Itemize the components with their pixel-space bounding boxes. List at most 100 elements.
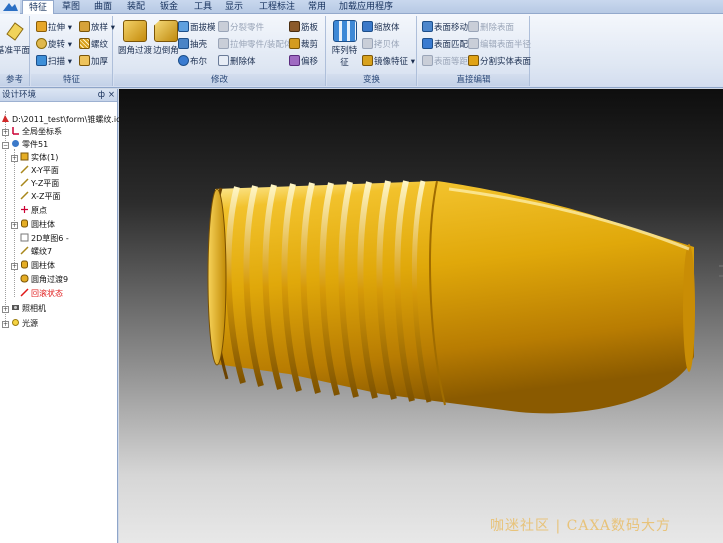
tab-assembly[interactable]: 装配 [123,0,149,14]
revolve-icon [36,38,47,49]
copy-body-icon [362,38,373,49]
viewport-edge-tick [719,265,723,267]
face-offset-button[interactable]: 表面等距 [422,54,468,70]
cylinder-icon [21,219,28,228]
shell-button[interactable]: 抽壳 [178,37,207,53]
split-solid-face-button[interactable]: 分割实体表面 [468,54,531,70]
reference-group: 基准平面 参考 [0,16,30,86]
revolve-button[interactable]: 旋转 ▾ [36,37,72,53]
pattern-feature-button[interactable]: 阵列特征 [328,20,361,68]
tab-display[interactable]: 显示 [222,0,246,14]
split-part-icon [218,21,229,32]
direct-edit-group-label: 直接编辑 [418,74,529,86]
origin-icon [21,206,28,213]
edit-face-radius-icon [468,38,479,49]
design-environment-panel: 设计环境 ф × D:\2011_test\form\锥螺纹.ics + 全局坐标… [0,89,125,543]
sketch-icon [20,233,29,242]
tree-item-2d-sketch[interactable]: 2D草图6 - [20,233,69,244]
offset-button[interactable]: 偏移 [289,54,318,70]
face-draft-button[interactable]: 面拔模 [178,20,216,36]
shell-icon [178,38,189,49]
chamfer-icon [154,20,178,42]
extrude-part-assembly-button[interactable]: 拉伸零件/装配体 [218,37,292,53]
tab-tools[interactable]: 工具 [191,0,215,14]
direct-edit-group: 表面移动 表面匹配 表面等距 删除表面 编辑表面半径 分割实体表面 直接编辑 [418,16,531,86]
tree-item-xz-plane[interactable]: X-Z平面 [20,191,60,202]
extrude-button[interactable]: 拉伸 ▾ [36,20,72,36]
tab-feature[interactable]: 特征 [22,0,54,15]
thread-icon [20,246,29,255]
sweep-icon [36,55,47,66]
fillet-icon [20,274,29,283]
coordinate-system-icon [12,127,19,135]
face-draft-icon [178,21,189,32]
face-match-icon [422,38,433,49]
app-logo-icon [0,0,20,14]
tree-item-yz-plane[interactable]: Y-Z平面 [20,178,59,189]
tree-item-global-coords[interactable]: + 全局坐标系 [2,126,62,137]
scale-body-button[interactable]: 缩放体 [362,20,400,36]
tree-item-rollback-state[interactable]: 回滚状态 [20,288,63,299]
plane-icon [20,191,29,200]
base-plane-button[interactable]: 基准平面 [0,20,30,56]
document-icon [2,115,9,122]
tab-common[interactable]: 常用 [305,0,329,14]
tab-sheetmetal[interactable]: 钣金 [156,0,182,14]
tree-item-solid[interactable]: + 实体(1) [11,152,58,163]
tree-item-part[interactable]: − 零件51 [2,139,48,150]
chamfer-button[interactable]: 边倒角 [152,20,180,56]
copy-body-button[interactable]: 拷贝体 [362,37,400,53]
tab-load-applications[interactable]: 加载应用程序 [338,0,394,14]
trim-button[interactable]: 裁剪 [289,37,318,53]
loft-button[interactable]: 放样 ▾ [79,20,115,36]
tree-item-thread[interactable]: 螺纹7 [20,246,52,257]
app-menu-button[interactable] [0,0,20,14]
split-part-button[interactable]: 分裂零件 [218,20,264,36]
pipe-end-face [683,244,695,372]
thicken-button[interactable]: 加厚 [79,54,108,70]
mirror-feature-button[interactable]: 镜像特征 ▾ [362,54,415,70]
tree-item-cylinder-2[interactable]: + 圆柱体 [11,260,55,271]
loft-icon [79,21,90,32]
plane-icon [6,22,24,41]
face-move-icon [422,21,433,32]
thread-icon [79,38,90,49]
face-match-button[interactable]: 表面匹配 [422,37,468,53]
tree-item-camera[interactable]: + 照相机 [2,303,46,314]
fillet-button[interactable]: 圆角过渡 [117,20,153,56]
delete-body-button[interactable]: 删除体 [218,54,256,70]
ribbon-tab-bar: 特征 草图 曲面 装配 钣金 工具 显示 工程标注 常用 加载应用程序 [0,0,723,15]
3d-viewport[interactable]: 咖迷社区 | CAXA数码大方 [119,89,723,543]
delete-face-button[interactable]: 删除表面 [468,20,514,36]
mirror-icon [362,55,373,66]
delete-face-icon [468,21,479,32]
tree-item-cylinder[interactable]: + 圆柱体 [11,219,55,230]
transform-group: 阵列特征 缩放体 拷贝体 镜像特征 ▾ 变换 [327,16,417,86]
plane-icon [20,178,29,187]
threaded-pipe-model[interactable] [119,89,723,543]
tab-surface[interactable]: 曲面 [90,0,116,14]
sweep-button[interactable]: 扫描 ▾ [36,54,72,70]
pin-icon[interactable]: ф [98,89,105,102]
edit-face-radius-button[interactable]: 编辑表面半径 [468,37,531,53]
thread-button[interactable]: 螺纹 [79,37,108,53]
face-offset-icon [422,55,433,66]
tree-item-document[interactable]: D:\2011_test\form\锥螺纹.ics [1,114,125,125]
watermark-text: 咖迷社区 | CAXA数码大方 [490,518,672,534]
feature-group-label: 特征 [31,74,112,86]
boolean-button[interactable]: 布尔 [178,54,207,70]
tree-item-xy-plane[interactable]: X-Y平面 [20,165,59,176]
tab-sketch[interactable]: 草图 [58,0,84,14]
face-move-button[interactable]: 表面移动 [422,20,468,36]
tree-item-origin[interactable]: 原点 [20,205,47,216]
tree-item-fillet[interactable]: 圆角过渡9 [20,274,68,285]
fillet-icon [123,20,147,42]
close-panel-icon[interactable]: × [108,89,115,102]
viewport-edge-tick [719,275,723,277]
camera-icon [12,305,19,310]
feature-group: 拉伸 ▾ 旋转 ▾ 扫描 ▾ 放样 ▾ 螺纹 加厚 特征 [31,16,115,86]
tab-engineering-annotation[interactable]: 工程标注 [256,0,298,14]
reference-group-label: 参考 [0,74,29,86]
rib-button[interactable]: 筋板 [289,20,318,36]
tree-item-light[interactable]: + 光源 [2,318,38,329]
